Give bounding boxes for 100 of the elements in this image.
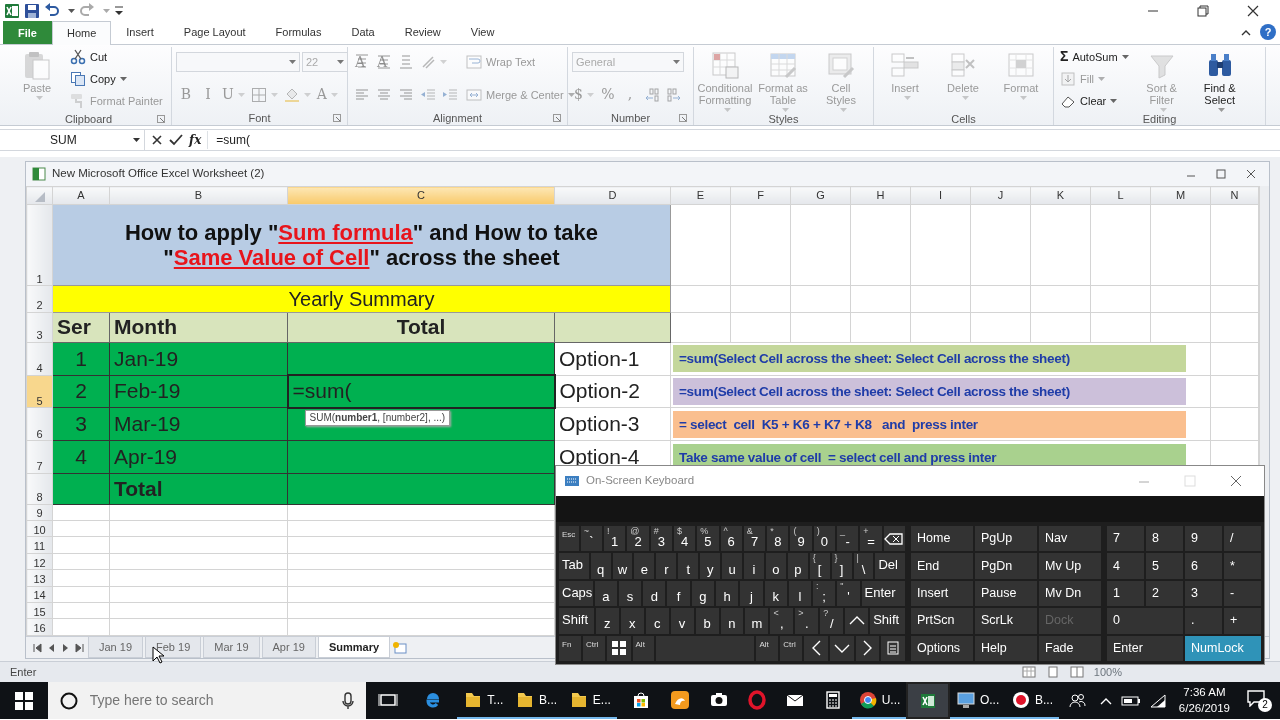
ribbon-button[interactable]: Clear — [1058, 91, 1120, 110]
keyboard-key[interactable]: 8 — [1146, 526, 1183, 552]
keyboard-key[interactable]: b — [695, 608, 719, 634]
column-header[interactable]: C — [287, 186, 555, 205]
keyboard-key[interactable]: ^ 6 — [720, 526, 742, 552]
keyboard-key[interactable]: # 3 — [650, 526, 672, 552]
keyboard-key[interactable]: ( 9 — [790, 526, 812, 552]
keyboard-key[interactable]: Nav — [1039, 526, 1101, 552]
row-header[interactable]: 5 — [26, 375, 53, 408]
taskbar-app[interactable]: O... — [950, 682, 1006, 719]
keyboard-key[interactable]: ! 1 — [604, 526, 626, 552]
keyboard-key[interactable]: - — [1224, 580, 1261, 607]
row-header[interactable]: 2 — [26, 285, 53, 313]
ribbon-button[interactable]: Σ AutoSum — [1058, 48, 1131, 66]
keyboard-key[interactable]: Enter — [1107, 635, 1183, 661]
keyboard-key[interactable]: l — [788, 580, 812, 607]
keyboard-key[interactable]: Esc — [559, 526, 579, 552]
notification-button[interactable]: 2 — [1246, 688, 1272, 713]
taskbar-app[interactable]: B... — [1005, 682, 1059, 719]
keyboard-key[interactable]: h — [716, 580, 739, 607]
keyboard-key[interactable]: c — [645, 608, 669, 634]
keyboard-key[interactable]: $ 4 — [673, 526, 696, 552]
keyboard-key[interactable]: 4 — [1107, 553, 1144, 579]
keyboard-key[interactable]: & 7 — [743, 526, 766, 552]
keyboard-key[interactable]: Tab — [559, 553, 589, 579]
ribbon-tab[interactable]: Review — [389, 19, 456, 44]
keyboard-key[interactable]: Fade — [1039, 635, 1101, 661]
ribbon-tab[interactable]: Page Layout — [168, 19, 261, 44]
keyboard-key[interactable]: NumLock — [1185, 635, 1261, 661]
keyboard-key[interactable]: PrtScn — [911, 608, 973, 634]
keyboard-key[interactable]: Caps — [559, 580, 593, 607]
sheet-tab[interactable]: Summary — [317, 636, 391, 659]
ribbon-tab[interactable]: Data — [336, 19, 390, 44]
column-header[interactable]: M — [1150, 186, 1211, 205]
search-field[interactable]: Type here to search — [87, 689, 332, 712]
cell-editor[interactable]: =sum( — [288, 379, 352, 403]
keyboard-key[interactable]: Home — [911, 526, 973, 552]
keyboard-key[interactable]: x — [620, 608, 644, 634]
clock-date[interactable]: 6/26/2019 — [1178, 700, 1230, 716]
keyboard-key[interactable]: / — [1224, 526, 1261, 552]
keyboard-key[interactable]: + = — [860, 526, 882, 552]
sheet-tab[interactable]: Mar 19 — [203, 636, 260, 659]
keyboard-key[interactable]: * 8 — [767, 526, 789, 552]
column-header[interactable]: E — [670, 186, 731, 205]
keyboard-key[interactable]: @ 2 — [627, 526, 649, 552]
keyboard-key[interactable]: 6 — [1185, 553, 1222, 579]
search-box[interactable]: Type here to search — [47, 682, 366, 719]
keyboard-key[interactable]: PgDn — [975, 553, 1037, 579]
sheet-tab[interactable]: Apr 19 — [261, 636, 316, 659]
column-header[interactable]: I — [910, 186, 971, 205]
column-header[interactable]: D — [554, 186, 671, 205]
column-header[interactable]: A — [52, 186, 110, 205]
keyboard-key[interactable]: Ctrl — [582, 635, 605, 662]
keyboard-key[interactable]: e — [634, 553, 655, 579]
column-header[interactable]: K — [1030, 186, 1091, 205]
row-header[interactable]: 8 — [26, 473, 53, 505]
keyboard-key[interactable]: ~ ` — [580, 526, 603, 552]
ribbon-button[interactable]: Find & Select — [1192, 47, 1247, 111]
keyboard-key[interactable]: j — [740, 580, 763, 607]
keyboard-key[interactable]: w — [612, 553, 633, 579]
row-header[interactable]: 6 — [26, 407, 53, 441]
keyboard-key[interactable]: 2 — [1146, 580, 1183, 607]
column-header[interactable]: F — [730, 186, 791, 205]
keyboard-key[interactable]: p — [787, 553, 808, 579]
keyboard-key[interactable]: } ] — [831, 553, 852, 579]
keyboard-key[interactable]: s — [618, 580, 642, 607]
keyboard-key[interactable]: u — [722, 553, 742, 579]
taskbar-app[interactable]: E... — [563, 682, 617, 719]
keyboard-key[interactable]: + — [1224, 608, 1261, 634]
row-header[interactable]: 4 — [26, 342, 53, 376]
keyboard-key[interactable]: . — [1185, 608, 1222, 634]
keyboard-key[interactable]: v — [670, 608, 694, 634]
keyboard-key[interactable]: Fn — [559, 635, 581, 662]
keyboard-key[interactable]: 5 — [1146, 553, 1183, 579]
ribbon-tab[interactable]: Formulas — [260, 19, 337, 44]
taskbar-app[interactable]: T... — [457, 682, 510, 719]
keyboard-key[interactable]: 1 — [1107, 580, 1144, 607]
keyboard-key[interactable]: Shift — [559, 608, 594, 634]
keyboard-key[interactable]: _ - — [837, 526, 859, 552]
keyboard-key[interactable]: PgUp — [975, 526, 1037, 552]
keyboard-key[interactable]: Pause — [975, 580, 1037, 607]
keyboard-key[interactable]: a — [594, 580, 617, 607]
column-header[interactable]: G — [790, 186, 851, 205]
keyboard-key[interactable]: 0 — [1107, 608, 1183, 634]
keyboard-key[interactable]: % 5 — [697, 526, 719, 552]
keyboard-key[interactable]: Alt — [756, 635, 779, 662]
keyboard-key[interactable]: Mv Dn — [1039, 580, 1101, 607]
keyboard-key[interactable]: ? / — [820, 608, 844, 634]
keyboard-key[interactable]: Alt — [632, 635, 655, 662]
keyboard-key[interactable]: z — [595, 608, 619, 634]
column-header[interactable]: L — [1090, 186, 1151, 205]
keyboard-key[interactable]: Del — [875, 553, 906, 579]
keyboard-key[interactable]: Enter — [861, 580, 905, 607]
ribbon-tab[interactable]: View — [455, 19, 510, 44]
ribbon-tab[interactable]: File — [3, 20, 52, 44]
keyboard-key[interactable]: i — [744, 553, 764, 579]
keyboard-key[interactable]: Help — [975, 635, 1037, 661]
keyboard-key[interactable]: > . — [795, 608, 819, 634]
keyboard-key[interactable]: " ' — [837, 580, 860, 607]
keyboard-key[interactable]: Ctrl — [780, 635, 803, 662]
